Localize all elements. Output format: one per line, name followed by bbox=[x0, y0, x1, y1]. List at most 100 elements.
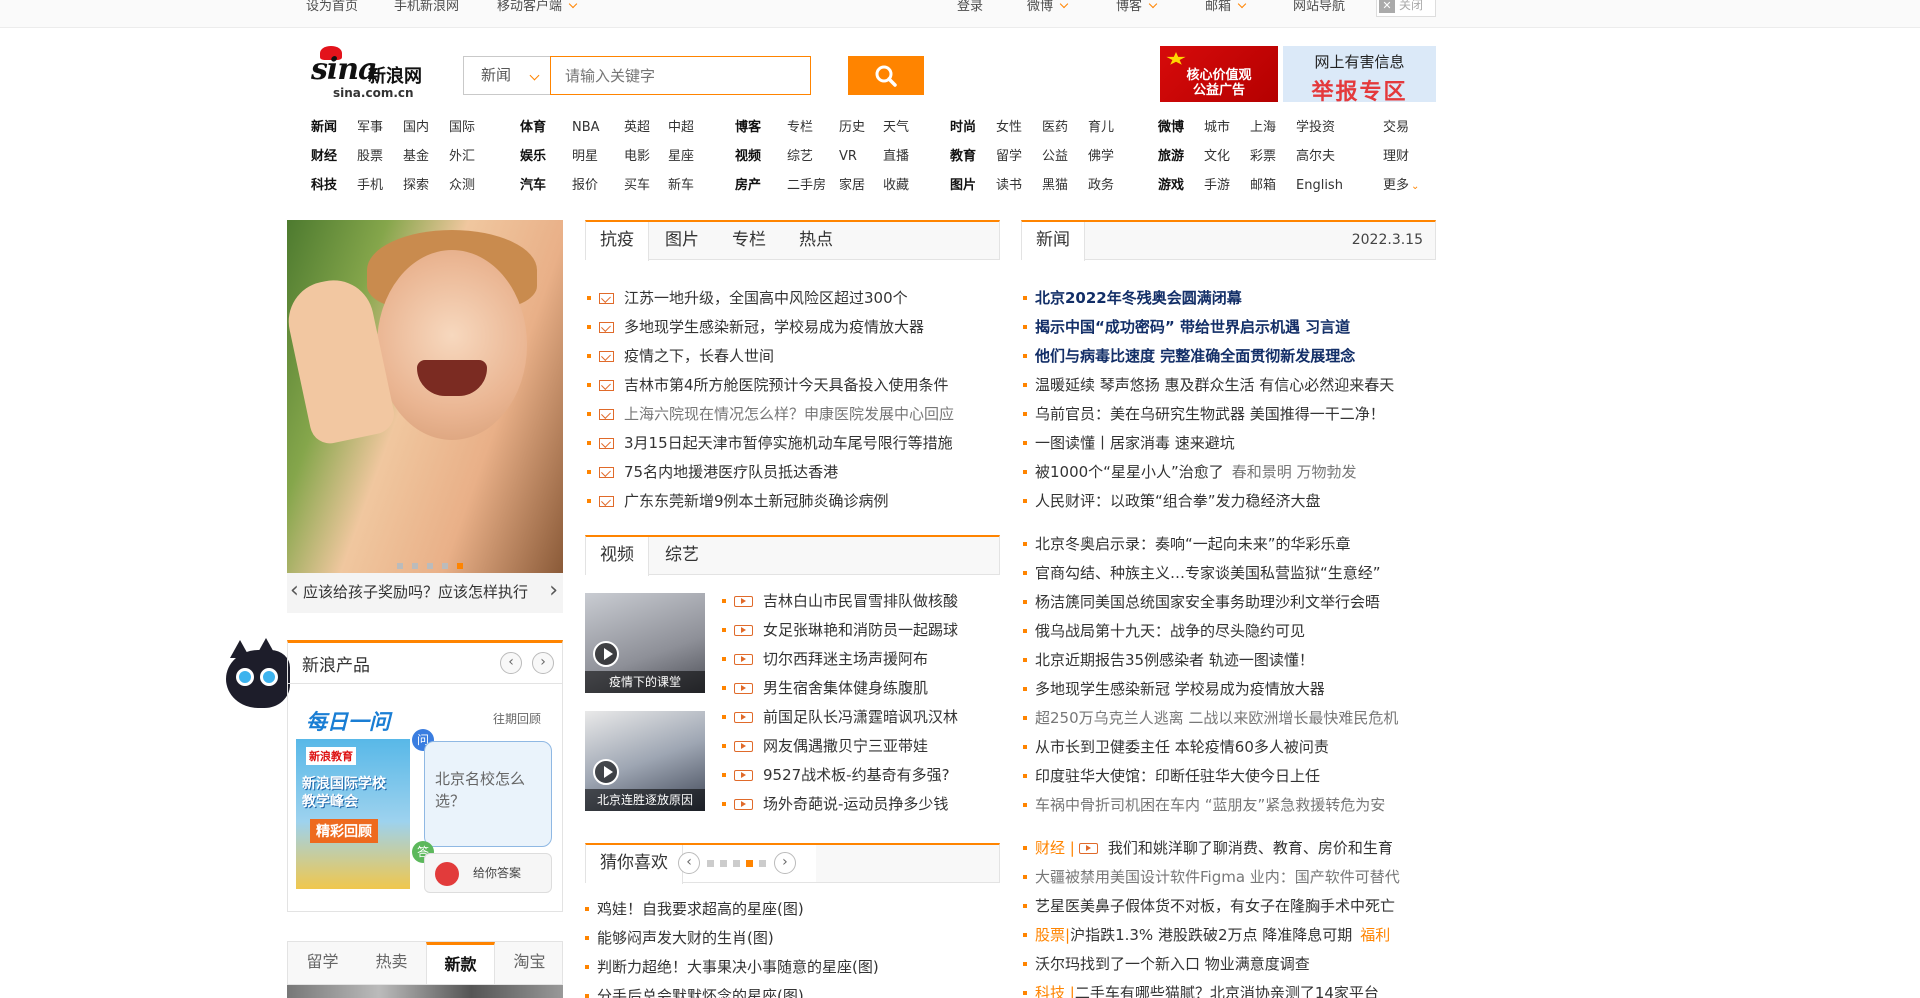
nav-link[interactable]: 文化 bbox=[1204, 149, 1250, 165]
nav-link[interactable]: 黑猫 bbox=[1042, 178, 1088, 194]
nav-link[interactable]: 二手房 bbox=[787, 178, 839, 194]
list-item[interactable]: 鸡娃！自我要求超高的星座(图) bbox=[583, 899, 879, 928]
nav-link[interactable]: 读书 bbox=[996, 178, 1042, 194]
cat-mascot-icon[interactable] bbox=[212, 638, 292, 720]
tab-hot[interactable]: 热点 bbox=[785, 222, 847, 260]
nav-link[interactable]: 综艺 bbox=[787, 149, 839, 165]
nav-link[interactable]: 军事 bbox=[357, 120, 403, 136]
nav-link[interactable]: 理财 bbox=[1383, 149, 1423, 165]
nav-link[interactable]: 旅游 bbox=[1158, 149, 1204, 165]
tab-video[interactable]: 视频 bbox=[586, 537, 649, 576]
nav-link[interactable]: 探索 bbox=[403, 178, 449, 194]
nav-link[interactable]: 上海 bbox=[1250, 120, 1296, 136]
nav-link[interactable]: 视频 bbox=[735, 149, 787, 165]
nav-link[interactable]: 博客 bbox=[735, 120, 787, 136]
nav-link[interactable]: 科技 bbox=[311, 178, 357, 194]
nav-link[interactable]: 学投资 bbox=[1296, 120, 1356, 136]
list-item[interactable]: 上海六院现在情况怎么样？申康医院发展中心回应 bbox=[585, 404, 954, 433]
nav-link[interactable]: 专栏 bbox=[787, 120, 839, 136]
answer-button[interactable]: 给你答案 bbox=[424, 853, 552, 893]
list-item[interactable]: 沃尔玛找到了一个新入口 物业满意度调查 bbox=[1021, 954, 1400, 983]
list-item[interactable]: 超250万乌克兰人逃离 二战以来欧洲增长最快难民危机 bbox=[1021, 708, 1400, 737]
weibo-menu[interactable]: 微博 bbox=[1027, 0, 1067, 13]
nav-link[interactable]: 图片 bbox=[950, 178, 996, 194]
slider-caption[interactable]: 应该给孩子奖励吗？应该怎样执行 bbox=[287, 572, 563, 613]
list-item[interactable]: 印度驻华大使馆：印断任驻华大使今日上任 bbox=[1021, 766, 1400, 795]
nav-link[interactable]: English bbox=[1296, 178, 1356, 194]
list-item[interactable]: 3月15日起天津市暂停实施机动车尾号限行等措施 bbox=[585, 433, 954, 462]
list-item[interactable]: 被1000个“星星小人”治愈了 春和景明 万物勃发 bbox=[1021, 462, 1400, 491]
sina-logo[interactable]: sina 新浪网 sina.com.cn bbox=[311, 46, 441, 100]
list-item[interactable]: 切尔西拜迷主场声援阿布 bbox=[720, 649, 958, 678]
nav-link[interactable]: 体育 bbox=[520, 120, 572, 136]
list-item[interactable]: 吉林市第4所方舱医院预计今天具备投入使用条件 bbox=[585, 375, 954, 404]
nav-link[interactable]: 基金 bbox=[403, 149, 449, 165]
list-item[interactable]: 科技 |二手车有哪些猫腻？北京消协亲测了14家平台 bbox=[1021, 983, 1400, 998]
nav-link[interactable]: 明星 bbox=[572, 149, 624, 165]
nav-link[interactable]: 天气 bbox=[883, 120, 923, 136]
prev-arrow-icon[interactable]: ‹ bbox=[500, 652, 522, 674]
tab-study-abroad[interactable]: 留学 bbox=[288, 942, 357, 984]
list-item[interactable]: 俄乌战局第十九天：战争的尽头隐约可见 bbox=[1021, 621, 1400, 650]
nav-link[interactable]: 医药 bbox=[1042, 120, 1088, 136]
nav-link[interactable]: 娱乐 bbox=[520, 149, 572, 165]
list-item[interactable]: 75名内地援港医疗队员抵达香港 bbox=[585, 462, 954, 491]
nav-link[interactable]: 政务 bbox=[1088, 178, 1128, 194]
tab-taobao[interactable]: 淘宝 bbox=[495, 942, 564, 984]
tab-new-arrivals[interactable]: 新款 bbox=[426, 942, 495, 984]
list-item[interactable]: 北京2022年冬残奥会圆满闭幕 bbox=[1021, 288, 1400, 317]
tab-kangyi[interactable]: 抗疫 bbox=[586, 222, 649, 261]
list-item[interactable]: 前国足队长冯潇霆暗讽巩汉林 bbox=[720, 707, 958, 736]
list-item[interactable]: 杨洁篪同美国总统国家安全事务助理沙利文举行会晤 bbox=[1021, 592, 1400, 621]
nav-link[interactable]: 房产 bbox=[735, 178, 787, 194]
nav-link[interactable]: 英超 bbox=[624, 120, 668, 136]
nav-link[interactable]: 买车 bbox=[624, 178, 668, 194]
next-arrow-icon[interactable]: › bbox=[532, 652, 554, 674]
list-item[interactable]: 9527战术板-约基奇有多强? bbox=[720, 765, 958, 794]
bottom-photo-strip[interactable] bbox=[287, 985, 563, 998]
list-item[interactable]: 财经 | 我们和姚洋聊了聊消费、教育、房价和生育 bbox=[1021, 838, 1400, 867]
video-thumb[interactable]: 疫情下的课堂 bbox=[585, 593, 705, 693]
list-item[interactable]: 能够闷声发大财的生肖(图) bbox=[583, 928, 879, 957]
nav-link[interactable]: 国内 bbox=[403, 120, 449, 136]
nav-link[interactable]: 国际 bbox=[449, 120, 489, 136]
nav-link[interactable]: 汽车 bbox=[520, 178, 572, 194]
nav-link[interactable]: 更多 ⌄ bbox=[1383, 178, 1433, 195]
prev-arrow-icon[interactable]: ‹ bbox=[678, 852, 700, 874]
nav-link[interactable]: 电影 bbox=[624, 149, 668, 165]
nav-link[interactable]: 育儿 bbox=[1088, 120, 1128, 136]
list-item[interactable]: 官商勾结、种族主义…专家谈美国私营监狱“生意经” bbox=[1021, 563, 1400, 592]
nav-link[interactable]: 新车 bbox=[668, 178, 708, 194]
nav-link[interactable]: 教育 bbox=[950, 149, 996, 165]
list-item[interactable]: 江苏一地升级，全国高中风险区超过300个 bbox=[585, 288, 954, 317]
nav-link[interactable]: 城市 bbox=[1204, 120, 1250, 136]
mobile-sina-link[interactable]: 手机新浪网 bbox=[394, 0, 459, 13]
past-review-link[interactable]: 往期回顾 bbox=[493, 710, 541, 727]
nav-link[interactable]: 股票 bbox=[357, 149, 403, 165]
list-item[interactable]: 场外奇葩说-运动员挣多少钱 bbox=[720, 794, 958, 823]
tab-news[interactable]: 新闻 bbox=[1022, 222, 1085, 261]
nav-link[interactable]: 彩票 bbox=[1250, 149, 1296, 165]
slider-photo[interactable] bbox=[287, 220, 563, 573]
list-item[interactable]: 股票|沪指跌1.3% 港股跌破2万点 降准降息可期 福利 bbox=[1021, 925, 1400, 954]
nav-link[interactable]: 手机 bbox=[357, 178, 403, 194]
nav-link[interactable]: 收藏 bbox=[883, 178, 923, 194]
nav-link[interactable]: 高尔夫 bbox=[1296, 149, 1356, 165]
search-button[interactable] bbox=[848, 56, 924, 95]
nav-link[interactable]: 外汇 bbox=[449, 149, 489, 165]
nav-link[interactable]: 历史 bbox=[839, 120, 883, 136]
list-item[interactable]: 疫情之下，长春人世间 bbox=[585, 346, 954, 375]
site-nav-link[interactable]: 网站导航 bbox=[1293, 0, 1345, 13]
nav-link[interactable]: 中超 bbox=[668, 120, 708, 136]
core-values-ad[interactable]: 核心价值观 公益广告 bbox=[1160, 46, 1278, 102]
nav-link[interactable]: 邮箱 bbox=[1250, 178, 1296, 194]
list-item[interactable]: 人民财评：以政策“组合拳”发力稳经济大盘 bbox=[1021, 491, 1400, 520]
list-item[interactable]: 乌前官员：美在乌研究生物武器 美国推得一干二净！ bbox=[1021, 404, 1400, 433]
list-item[interactable]: 广东东莞新增9例本土新冠肺炎确诊病例 bbox=[585, 491, 954, 520]
slider-dots[interactable] bbox=[397, 557, 472, 573]
nav-link[interactable]: 公益 bbox=[1042, 149, 1088, 165]
mail-menu[interactable]: 邮箱 bbox=[1205, 0, 1245, 13]
nav-link[interactable]: 报价 bbox=[572, 178, 624, 194]
nav-link[interactable]: 女性 bbox=[996, 120, 1042, 136]
list-item[interactable]: 分手后总会默默怀念的星座(图) bbox=[583, 986, 879, 998]
